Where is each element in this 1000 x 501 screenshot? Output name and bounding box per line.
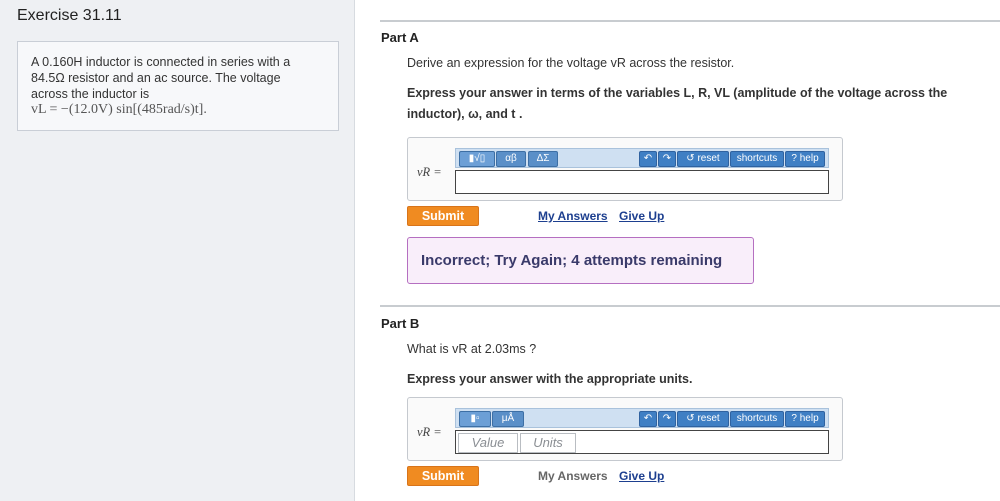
redo-icon[interactable]: ↷ [658,411,676,427]
reset-icon: ↺ [686,153,698,164]
shortcuts-button[interactable]: shortcuts [730,151,784,167]
exercise-title: Exercise 31.11 [17,7,122,24]
instruction-line: Express your answer in terms of the vari… [407,86,948,100]
redo-icon[interactable]: ↷ [658,151,676,167]
part-b-instruction: Express your answer with the appropriate… [407,372,693,386]
undo-icon[interactable]: ↶ [639,151,657,167]
problem-line: across the inductor is [31,87,150,101]
answer-input[interactable] [455,170,829,194]
give-up-link[interactable]: Give Up [619,209,664,223]
units-button[interactable]: μÅ [492,411,524,427]
help-button[interactable]: ? help [785,411,825,427]
part-a-question: Derive an expression for the voltage vR … [407,56,735,70]
part-b-divider [380,305,1000,307]
part-a-title: Part A [381,30,419,45]
part-a-answer-panel: vR = ▮√▯ αβ ΔΣ ↶ ↷ ↺ reset shortcuts ? h… [407,137,843,201]
reset-button[interactable]: ↺ reset [677,411,729,427]
template-button[interactable]: ▮▫ [459,411,491,427]
submit-button[interactable]: Submit [407,466,479,486]
shortcuts-button[interactable]: shortcuts [730,411,784,427]
part-a-divider [380,20,1000,22]
part-b-title: Part B [381,316,420,331]
math-toolbar: ▮▫ μÅ ↶ ↷ ↺ reset shortcuts ? help [455,408,829,428]
instruction-line: inductor), ω, and t . [407,107,523,121]
reset-button[interactable]: ↺ reset [677,151,729,167]
part-a-instruction: Express your answer in terms of the vari… [407,83,992,125]
answer-variable-label: vR = [417,425,442,439]
help-icon: ? [791,413,800,424]
help-icon: ? [791,153,800,164]
part-b-answer-panel: vR = ▮▫ μÅ ↶ ↷ ↺ reset shortcuts ? help … [407,397,843,461]
my-answers-link[interactable]: My Answers [538,209,608,223]
submit-button[interactable]: Submit [407,206,479,226]
undo-icon[interactable]: ↶ [639,411,657,427]
help-button[interactable]: ? help [785,151,825,167]
answer-input: Value Units [455,430,829,454]
problem-line: A 0.160H inductor is connected in series… [31,55,291,69]
symbols-button[interactable]: ΔΣ [528,151,558,167]
feedback-message: Incorrect; Try Again; 4 attempts remaini… [407,237,754,284]
answer-variable-label: vR = [417,165,442,179]
greek-letters-button[interactable]: αβ [496,151,526,167]
math-toolbar: ▮√▯ αβ ΔΣ ↶ ↷ ↺ reset shortcuts ? help [455,148,829,168]
template-button[interactable]: ▮√▯ [459,151,495,167]
problem-formula: vL = −(12.0V) sin[(485rad/s)t]. [31,102,207,117]
my-answers-link[interactable]: My Answers [538,469,608,483]
part-b-question: What is vR at 2.03ms ? [407,342,537,356]
units-field[interactable]: Units [520,433,576,453]
reset-icon: ↺ [686,413,698,424]
problem-sidebar: Exercise 31.11 A 0.160H inductor is conn… [0,0,355,501]
give-up-link[interactable]: Give Up [619,469,664,483]
value-field[interactable]: Value [458,433,518,453]
problem-line: 84.5Ω resistor and an ac source. The vol… [31,71,281,85]
problem-statement: A 0.160H inductor is connected in series… [17,41,339,131]
